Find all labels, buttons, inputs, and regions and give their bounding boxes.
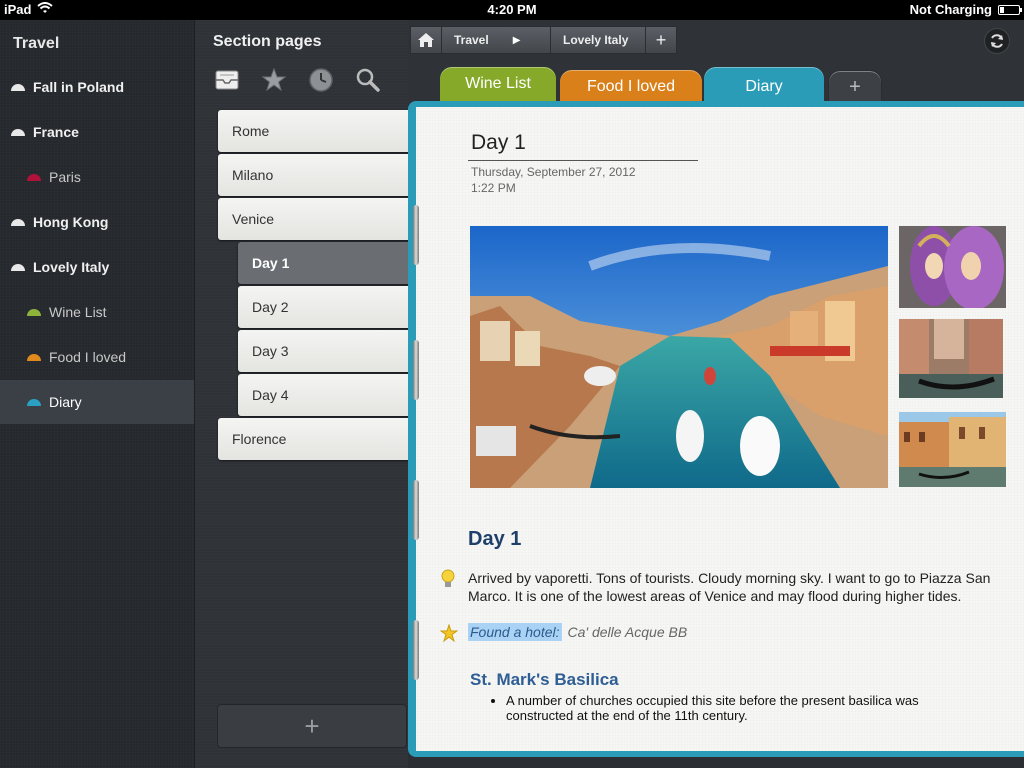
star-icon[interactable]	[260, 66, 287, 93]
hotel-line[interactable]: Found a hotel: Ca' delle Acque BB	[468, 623, 688, 641]
section-pages-title: Section pages	[213, 33, 322, 50]
page-item-day-3[interactable]: Day 3	[238, 330, 409, 372]
sidebar-item-lovely-italy[interactable]: Lovely Italy	[0, 245, 194, 289]
page-item-venice[interactable]: Venice	[218, 198, 409, 240]
section-pages-panel: Section pages Rome Milano Venice Day 1 D…	[194, 20, 409, 768]
status-bar: iPad 4:20 PM Not Charging	[0, 0, 1024, 20]
notebook-icon[interactable]	[213, 66, 240, 93]
venice-palaces-photo[interactable]	[899, 412, 1006, 487]
notebook-sidebar: Travel Fall in Poland France Paris Hong Kon…	[0, 20, 194, 768]
section-icon	[11, 83, 25, 91]
note-page[interactable]: Day 1 Thursday, September 27, 2012 1:22 …	[416, 107, 1024, 751]
star-icon[interactable]	[439, 623, 459, 647]
page-item-florence[interactable]: Florence	[218, 418, 409, 460]
section-icon	[27, 173, 41, 181]
section-icon	[11, 218, 25, 226]
section-icon	[27, 398, 41, 406]
section-icon	[11, 263, 25, 271]
tab-wine-list[interactable]: Wine List	[440, 67, 556, 101]
clock-icon[interactable]	[307, 66, 334, 93]
battery-icon	[998, 4, 1022, 15]
bullet-list: A number of churches occupied this site …	[486, 693, 956, 723]
binder-ring	[413, 480, 419, 540]
sidebar-item-label: Diary	[49, 394, 82, 410]
note-heading[interactable]: Day 1	[468, 528, 521, 551]
sidebar-item-label: France	[33, 124, 79, 140]
battery-status: Not Charging	[909, 2, 992, 17]
binder-ring	[413, 340, 419, 400]
binder-ring	[413, 205, 419, 265]
sidebar-item-label: Wine List	[49, 304, 107, 320]
home-button[interactable]	[410, 26, 442, 54]
section-icon	[27, 353, 41, 361]
notebook-title: Travel	[13, 35, 60, 52]
sidebar-item-fall-in-poland[interactable]: Fall in Poland	[0, 65, 194, 109]
sync-button[interactable]	[984, 28, 1010, 54]
add-tab-button[interactable]: +	[828, 70, 882, 104]
hotel-label: Found a hotel:	[468, 623, 562, 641]
add-page-button[interactable]: +	[217, 704, 407, 748]
venice-gondola-canal-photo[interactable]	[899, 319, 1003, 398]
note-timestamp: Thursday, September 27, 2012 1:22 PM	[471, 164, 636, 196]
note-paragraph[interactable]: Arrived by vaporetti. Tons of tourists. …	[468, 569, 1008, 605]
venice-grand-canal-photo[interactable]	[470, 226, 888, 488]
page-item-day-2[interactable]: Day 2	[238, 286, 409, 328]
breadcrumb-travel[interactable]: Travel ▶	[441, 26, 551, 54]
sidebar-item-food-i-loved[interactable]: Food I loved	[0, 335, 194, 379]
section-icon	[11, 128, 25, 136]
chevron-right-icon: ▶	[512, 34, 521, 46]
note-title[interactable]: Day 1	[471, 131, 526, 155]
section-icon	[27, 308, 41, 316]
hotel-name: Ca' delle Acque BB	[567, 624, 688, 640]
breadcrumb-add-button[interactable]: +	[645, 26, 677, 54]
sidebar-item-label: Paris	[49, 169, 81, 185]
sidebar-item-wine-list[interactable]: Wine List	[0, 290, 194, 334]
sidebar-item-hong-kong[interactable]: Hong Kong	[0, 200, 194, 244]
note-date: Thursday, September 27, 2012	[471, 165, 636, 179]
list-item[interactable]: A number of churches occupied this site …	[506, 693, 956, 723]
breadcrumb-lovely-italy[interactable]: Lovely Italy	[550, 26, 646, 54]
page-item-milano[interactable]: Milano	[218, 154, 409, 196]
top-bar: Travel ▶ Lovely Italy + Wine List Food I…	[408, 20, 1024, 107]
note-time: 1:22 PM	[471, 181, 516, 195]
page-item-day-1[interactable]: Day 1	[238, 242, 409, 284]
sidebar-item-diary[interactable]: Diary	[0, 380, 194, 424]
divider	[468, 160, 698, 161]
sidebar-item-label: Hong Kong	[33, 214, 109, 230]
binder-ring	[413, 620, 419, 680]
tab-food-i-loved[interactable]: Food I loved	[560, 70, 702, 104]
page-item-day-4[interactable]: Day 4	[238, 374, 409, 416]
breadcrumb: Travel ▶ Lovely Italy +	[410, 26, 677, 54]
sync-icon	[991, 34, 1003, 48]
venice-carnival-masks-photo[interactable]	[899, 226, 1006, 308]
search-icon[interactable]	[354, 66, 381, 93]
note-subheading[interactable]: St. Mark's Basilica	[470, 670, 619, 690]
page-item-rome[interactable]: Rome	[218, 110, 409, 152]
clock: 4:20 PM	[487, 2, 537, 17]
sidebar-item-label: Lovely Italy	[33, 259, 110, 275]
sidebar-item-france[interactable]: France	[0, 110, 194, 154]
home-icon	[418, 33, 434, 47]
sidebar-item-label: Fall in Poland	[33, 79, 125, 95]
sidebar-item-label: Food I loved	[49, 349, 127, 365]
sidebar-item-paris[interactable]: Paris	[0, 155, 194, 199]
lightbulb-icon[interactable]	[440, 569, 456, 594]
